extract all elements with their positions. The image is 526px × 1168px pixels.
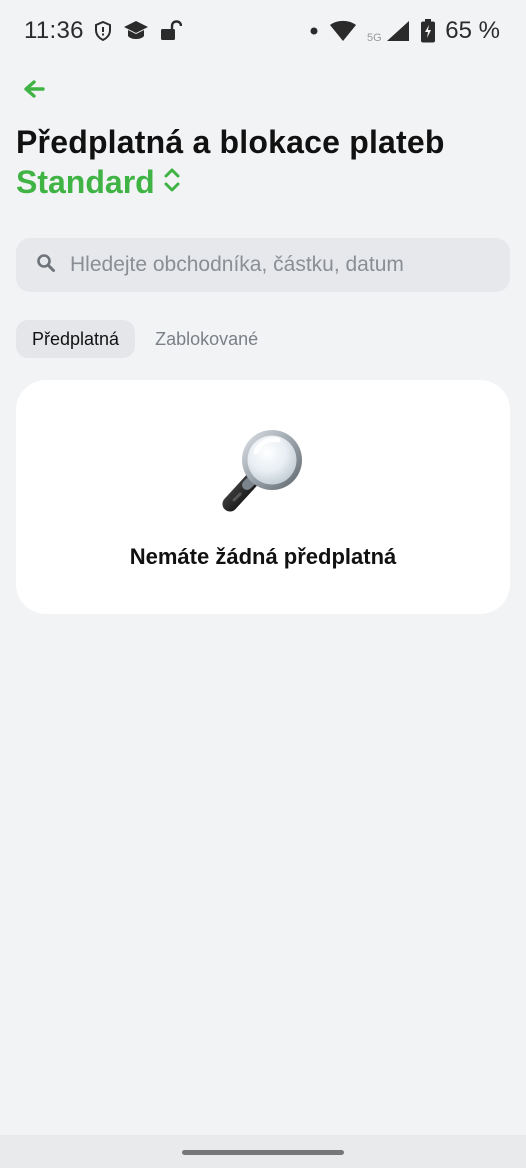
- graduation-cap-icon: [122, 20, 150, 42]
- status-right: 5G 65 %: [309, 17, 500, 45]
- battery-icon: [421, 19, 436, 43]
- wifi-icon: [329, 20, 357, 42]
- search-box[interactable]: [16, 238, 510, 292]
- signal-icon: 5G: [367, 19, 411, 43]
- tabs: Předplatná Zablokované: [16, 320, 274, 358]
- status-left: 11:36: [24, 17, 182, 45]
- account-name: Standard: [16, 164, 155, 200]
- chevron-up-down-icon: [163, 165, 181, 200]
- arrow-left-icon: [23, 79, 45, 104]
- network-type: 5G: [367, 32, 382, 43]
- back-button[interactable]: [18, 76, 50, 106]
- magnifier-icon: [216, 422, 312, 518]
- battery-level: 65 %: [445, 17, 500, 44]
- home-indicator[interactable]: [182, 1150, 344, 1155]
- page-title: Předplatná a blokace plateb: [16, 124, 445, 160]
- status-time: 11:36: [24, 17, 84, 44]
- status-bar: 11:36 5G 65 %: [0, 0, 526, 62]
- navigation-bar: [0, 1135, 526, 1168]
- account-switcher[interactable]: Standard: [16, 164, 181, 201]
- search-input[interactable]: [70, 253, 490, 277]
- search-icon: [36, 253, 56, 278]
- dot-icon: [309, 26, 319, 36]
- tab-subscriptions[interactable]: Předplatná: [16, 320, 136, 358]
- unlock-icon: [160, 20, 182, 42]
- empty-state-message: Nemáte žádná předplatná: [129, 544, 397, 569]
- tab-blocked[interactable]: Zablokované: [139, 320, 274, 358]
- empty-state-card: Nemáte žádná předplatná: [16, 380, 510, 614]
- shield-icon: [94, 21, 112, 41]
